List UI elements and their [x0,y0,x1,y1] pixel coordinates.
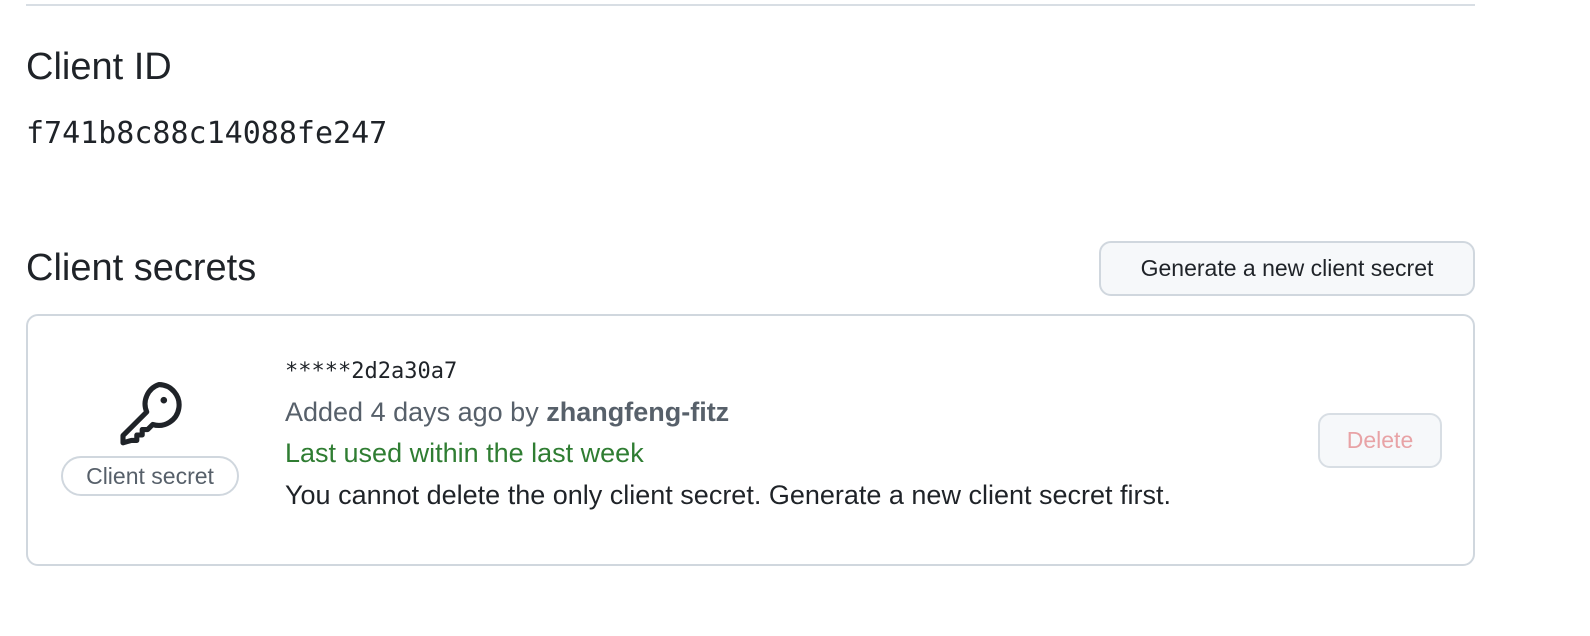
masked-secret-value: *****2d2a30a7 [285,359,458,384]
generate-new-client-secret-button[interactable]: Generate a new client secret [1099,241,1475,296]
client-id-heading: Client ID [26,46,172,88]
added-by-user: zhangfeng-fitz [546,397,730,427]
last-used-status: Last used within the last week [285,438,644,468]
delete-secret-button[interactable]: Delete [1318,413,1442,468]
delete-restriction-note: You cannot delete the only client secret… [285,480,1172,510]
section-divider [26,4,1475,6]
client-credentials-page: Client ID f741b8c88c14088fe247 Client se… [0,0,1590,636]
client-secrets-heading: Client secrets [26,247,257,289]
added-info: Added 4 days ago by zhangfeng-fitz [285,394,729,430]
client-secret-badge: Client secret [61,456,239,496]
added-prefix-text: Added 4 days ago by [285,397,539,427]
client-secret-row: Client secret *****2d2a30a7 Added 4 days… [26,314,1475,566]
client-id-value: f741b8c88c14088fe247 [26,116,388,151]
key-icon [114,378,186,450]
